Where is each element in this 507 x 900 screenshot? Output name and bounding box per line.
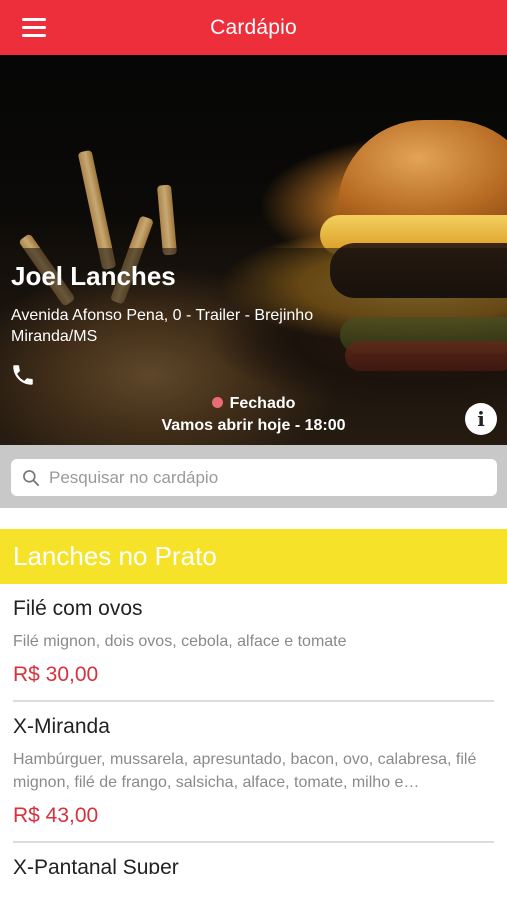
item-description: Hambúrguer, mussarela, apresuntado, baco…	[13, 751, 477, 791]
item-name: X-Pantanal Super	[13, 856, 179, 874]
status-dot-icon	[211, 397, 223, 408]
search-bar-container	[0, 445, 507, 508]
hamburger-menu-icon[interactable]	[22, 18, 48, 38]
store-banner: Joel Lanches Avenida Afonso Pena, 0 - Tr…	[0, 55, 507, 445]
category-header: Lanches no Prato	[0, 529, 507, 584]
item-name: Filé com ovos	[13, 597, 143, 620]
phone-icon[interactable]	[10, 362, 36, 388]
menu-item[interactable]: X-Pantanal Super	[0, 843, 507, 874]
menu-item[interactable]: X-Miranda Hambúrguer, mussarela, apresun…	[0, 702, 507, 841]
search-input[interactable]	[49, 467, 469, 488]
menu-item-list: Filé com ovos Filé mignon, dois ovos, ce…	[0, 584, 507, 874]
banner-image-detail	[338, 120, 507, 230]
item-price: R$ 30,00	[13, 663, 99, 686]
search-icon	[23, 469, 39, 486]
store-name: Joel Lanches	[11, 261, 176, 291]
banner-image-detail	[156, 184, 178, 256]
item-price: R$ 43,00	[13, 804, 99, 827]
app-header: Cardápio	[0, 0, 507, 55]
page-title: Cardápio	[210, 15, 297, 39]
store-status: Fechado	[0, 395, 507, 413]
item-name: X-Miranda	[13, 715, 110, 738]
category-title: Lanches no Prato	[13, 541, 217, 571]
search-box[interactable]	[11, 459, 497, 496]
opening-hours: Vamos abrir hoje - 18:00	[161, 417, 346, 434]
menu-item[interactable]: Filé com ovos Filé mignon, dois ovos, ce…	[0, 584, 507, 700]
status-text: Fechado	[229, 395, 296, 412]
item-description: Filé mignon, dois ovos, cebola, alface e…	[13, 633, 347, 650]
info-icon[interactable]: i	[465, 403, 497, 435]
store-address: Avenida Afonso Pena, 0 - Trailer - Breji…	[11, 307, 314, 345]
